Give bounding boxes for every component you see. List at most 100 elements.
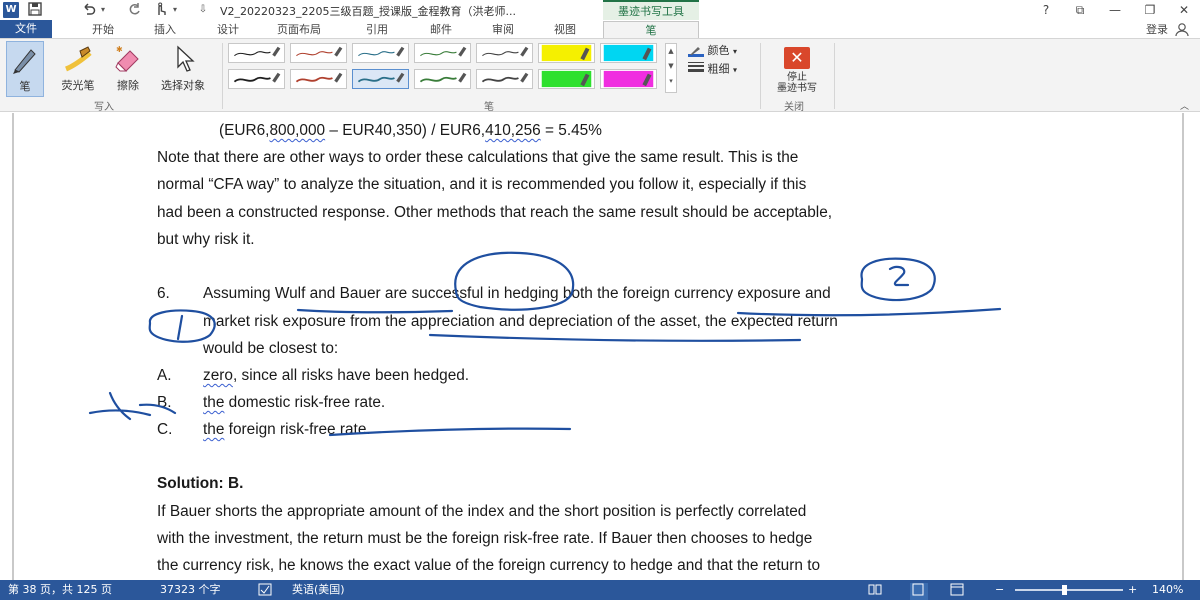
pen-color-button[interactable]: 颜色 ▾ [688, 43, 737, 59]
help-icon[interactable]: ? [1036, 2, 1056, 18]
formula-part: (EUR6, [219, 122, 270, 139]
zoom-in-button[interactable]: + [1128, 583, 1137, 597]
pen-style-swatch[interactable] [538, 69, 595, 89]
ink-circle-number-2 [860, 257, 936, 302]
customize-toolbar-icon[interactable]: ⇩ [196, 2, 210, 18]
page-edge-right [1182, 113, 1184, 580]
collapse-ribbon-icon[interactable]: ︿ [1180, 99, 1189, 112]
pen-style-swatch[interactable] [290, 69, 347, 89]
option-b-lead: the [203, 394, 225, 411]
context-tab-title: 墨迹书写工具 [603, 0, 699, 20]
zoom-slider[interactable] [1015, 589, 1123, 591]
ink-digit-1 [176, 314, 184, 341]
tab-review[interactable]: 审阅 [478, 21, 528, 38]
pen-style-swatch[interactable] [600, 69, 657, 89]
document-title: V2_20220323_2205三级百题_授课版_金程教育（洪老师... [220, 5, 516, 18]
pen-style-swatch[interactable] [600, 43, 657, 63]
document-area[interactable]: (EUR6,800,000 – EUR40,350) / EUR6,410,25… [0, 113, 1200, 580]
tab-mailings[interactable]: 邮件 [416, 21, 466, 38]
pen-style-gallery [228, 43, 664, 93]
tab-home[interactable]: 开始 [78, 21, 128, 38]
formula-part: – EUR40,350) / EUR6, [325, 122, 486, 139]
highlighter-tool-button[interactable]: 荧光笔 [56, 41, 100, 97]
pen-style-swatch[interactable] [538, 43, 595, 63]
eraser-tool-button[interactable]: ✱ 擦除 [108, 41, 148, 97]
group-label-close: 关闭 [784, 102, 804, 113]
question-line: market risk exposure from the appreciati… [203, 313, 838, 330]
stop-inking-button[interactable]: ✕ 停止 墨迹书写 [768, 41, 826, 97]
question-line: would be closest to: [203, 340, 339, 357]
title-bar: W ▾ ▾ ⇩ V2_20220323_2205三级百题_授课版_金程教育（洪老… [0, 0, 1200, 20]
formula-part: 800,000 [269, 122, 326, 139]
pen-style-swatch[interactable] [352, 43, 409, 63]
zoom-level[interactable]: 140% [1152, 583, 1183, 597]
word-logo-icon[interactable]: W [3, 2, 19, 18]
pen-style-swatch[interactable] [228, 43, 285, 63]
status-bar: 第 38 页，共 125 页 37323 个字 英语(美国) − + 140% [0, 580, 1200, 600]
close-icon[interactable]: ✕ [1174, 2, 1194, 18]
sign-in-link[interactable]: 登录 [1146, 21, 1168, 38]
language-indicator[interactable]: 英语(美国) [292, 583, 345, 597]
pen-style-swatch[interactable] [290, 43, 347, 63]
pen-style-swatch[interactable] [352, 69, 409, 89]
undo-icon[interactable] [80, 2, 98, 18]
pen-tool-label: 笔 [19, 80, 31, 93]
pen-thickness-button[interactable]: 粗细 ▾ [688, 61, 737, 77]
ribbon-display-options-icon[interactable]: ⧉ [1070, 2, 1090, 18]
pen-style-swatch[interactable] [228, 69, 285, 89]
solution-line: with the investment, the return must be … [157, 530, 813, 547]
pen-style-swatch[interactable] [414, 43, 471, 63]
page-count[interactable]: 第 38 页，共 125 页 [8, 583, 112, 597]
tab-pen[interactable]: 笔 [603, 21, 699, 38]
minimize-icon[interactable]: — [1105, 2, 1125, 18]
page-edge-left [12, 113, 14, 580]
zoom-out-button[interactable]: − [995, 583, 1004, 597]
group-separator [834, 43, 835, 109]
cursor-arrow-icon [167, 43, 199, 75]
word-count[interactable]: 37323 个字 [160, 583, 221, 597]
web-layout-icon[interactable] [950, 583, 964, 600]
note-line: but why risk it. [157, 231, 255, 248]
ink-underline-market-risk [428, 333, 802, 342]
formula-line: (EUR6,800,000 – EUR40,350) / EUR6,410,25… [219, 121, 602, 141]
pen-style-swatch[interactable] [414, 69, 471, 89]
tab-view[interactable]: 视图 [540, 21, 590, 38]
tab-file[interactable]: 文件 [0, 20, 52, 38]
save-icon[interactable] [26, 2, 44, 18]
touch-mode-icon[interactable] [152, 2, 170, 18]
option-b-rest: domestic risk-free rate. [224, 394, 386, 411]
note-line: normal “CFA way” to analyze the situatio… [157, 176, 807, 193]
option-letter-b: B. [157, 394, 172, 411]
pen-style-swatch[interactable] [476, 43, 533, 63]
select-objects-button[interactable]: 选择对象 [152, 41, 214, 97]
zoom-slider-thumb[interactable] [1061, 585, 1067, 595]
group-label-write: 写入 [94, 102, 114, 113]
pen-color-icon [688, 45, 704, 57]
maximize-icon[interactable]: ❐ [1140, 2, 1160, 18]
tab-insert[interactable]: 插入 [140, 21, 190, 38]
stop-inking-label-1: 停止 [787, 72, 807, 83]
option-c-text: the foreign risk-free rate. [203, 420, 371, 440]
redo-icon[interactable] [125, 2, 143, 18]
touch-dropdown-icon[interactable]: ▾ [170, 2, 180, 18]
read-mode-icon[interactable] [868, 583, 882, 600]
print-layout-icon[interactable] [910, 583, 928, 600]
ribbon: 笔 荧光笔 ✱ 擦除 选择对象 写入 ▲ ▼ ▾ 颜色 ▾ 粗细 ▾ 笔 ✕ 停… [0, 38, 1200, 113]
undo-dropdown-icon[interactable]: ▾ [98, 2, 108, 18]
gallery-scroll-control[interactable]: ▲ ▼ ▾ [665, 43, 677, 93]
tab-references[interactable]: 引用 [352, 21, 402, 38]
group-separator [760, 43, 761, 109]
highlighter-tool-label: 荧光笔 [61, 79, 95, 92]
pen-style-swatch[interactable] [476, 69, 533, 89]
option-b-text: the domestic risk-free rate. [203, 393, 385, 413]
ink-digit-2 [888, 265, 910, 287]
account-icon[interactable] [1174, 22, 1192, 37]
tab-page-layout[interactable]: 页面布局 [266, 21, 332, 38]
question-number: 6. [157, 285, 170, 302]
line-thickness-icon [688, 61, 704, 78]
dropdown-arrow-icon: ▾ [733, 65, 738, 75]
pen-tool-button[interactable]: 笔 [6, 41, 44, 97]
proofing-icon[interactable] [258, 583, 272, 600]
option-c-rest: foreign risk-free rate. [224, 421, 371, 438]
tab-design[interactable]: 设计 [203, 21, 253, 38]
